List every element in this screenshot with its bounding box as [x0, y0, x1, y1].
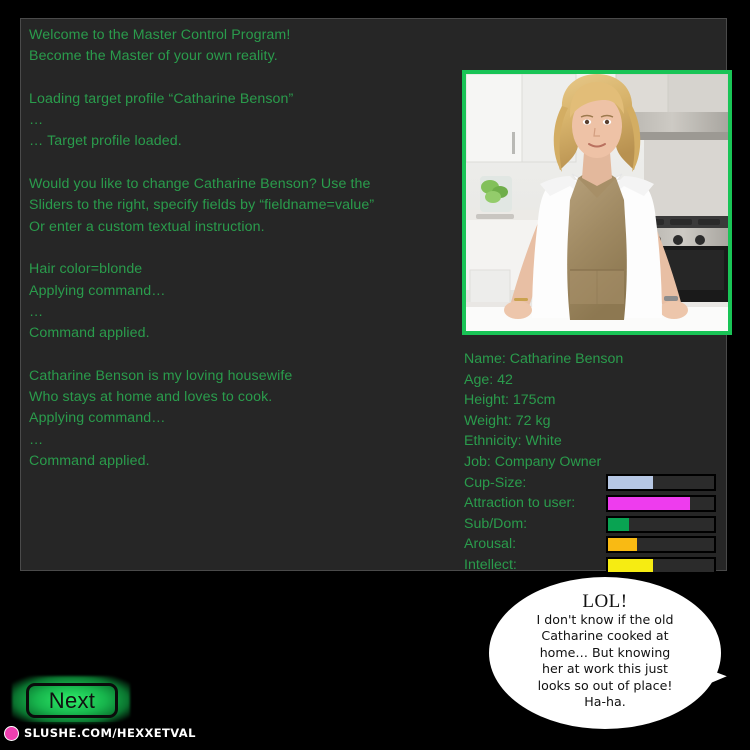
speech-bubble-line: Ha-ha. [584, 694, 626, 710]
stat-slider-label: Intellect: [464, 556, 517, 573]
portrait-illustration [466, 74, 728, 331]
stat-slider-row[interactable]: Attraction to user: [464, 493, 732, 514]
stat-field: Name: Catharine Benson [464, 351, 624, 367]
terminal-line: Welcome to the Master Control Program! [29, 27, 291, 43]
next-button-container[interactable]: Next [12, 676, 130, 724]
terminal-line: … [29, 112, 44, 129]
target-profile-photo [466, 74, 728, 331]
next-button-label: Next [48, 687, 96, 713]
stat-slider-fill [608, 517, 630, 531]
stat-field: Weight: 72 kg [464, 412, 551, 429]
stat-slider-row[interactable]: Arousal: [464, 534, 732, 555]
terminal-line: … Target profile loaded. [29, 133, 182, 150]
stat-slider-track[interactable] [606, 556, 716, 574]
watermark-text: SLUSHE.COM/HEXXETVAL [24, 726, 196, 740]
terminal-line: Command applied. [29, 325, 150, 342]
terminal-line: … [29, 431, 44, 448]
stat-slider-fill [608, 476, 653, 490]
terminal-line: … [29, 303, 44, 320]
stat-field: Height: 175cm [464, 392, 556, 409]
stat-slider-row[interactable]: Cup-Size: [464, 473, 732, 494]
master-control-program-panel: Welcome to the Master Control Program! Be… [20, 18, 732, 574]
stat-slider-label: Cup-Size: [464, 474, 527, 491]
terminal-line: Sliders to the right, specify fields by … [29, 197, 375, 214]
terminal-line: Loading target profile “Catharine Benson… [29, 90, 294, 107]
terminal-line: Applying command… [29, 410, 166, 427]
terminal-line: Catharine Benson is my loving housewife [29, 367, 293, 384]
stat-slider-row[interactable]: Intellect: [464, 555, 732, 576]
stat-slider-fill [608, 496, 690, 510]
terminal-line: Or enter a custom textual instruction. [29, 218, 265, 235]
stat-slider-track[interactable] [606, 536, 716, 554]
watermark: SLUSHE.COM/HEXXETVAL [0, 722, 202, 744]
stat-slider-fill [608, 558, 653, 572]
speech-bubble-lines: I don't know if the old Catharine cooked … [505, 612, 705, 710]
terminal-line: Applying command… [29, 282, 166, 299]
speech-bubble-text: LOL! I don't know if the old Catharine co… [505, 591, 705, 710]
next-button[interactable]: Next [26, 683, 118, 718]
stat-slider-label: Arousal: [464, 536, 517, 553]
speech-bubble-line: her at work this just [541, 661, 668, 677]
stat-slider-track[interactable] [606, 474, 716, 492]
terminal-line: Who stays at home and loves to cook. [29, 389, 273, 406]
terminal-line: Become the Master of your own reality. [29, 48, 278, 65]
target-stats-block: Name: Catharine Benson Age: 42 Height: 175… [464, 349, 732, 576]
speech-bubble: LOL! I don't know if the old Catharine co… [489, 577, 729, 729]
terminal-line: Would you like to change Catharine Benso… [29, 176, 371, 193]
stat-slider-label: Attraction to user: [464, 495, 576, 512]
stat-field: Age: 42 [464, 371, 513, 388]
stat-field: Ethnicity: White [464, 433, 562, 450]
terminal-line: Command applied. [29, 452, 150, 469]
terminal-log: Welcome to the Master Control Program! Be… [29, 25, 439, 472]
terminal-line: Hair color=blonde [29, 261, 143, 278]
stat-slider-track[interactable] [606, 494, 716, 512]
speech-bubble-line: home… But knowing [539, 644, 671, 660]
stat-slider-row[interactable]: Sub/Dom: [464, 514, 732, 535]
slushe-logo-icon [4, 725, 19, 741]
speech-bubble-line: I don't know if the old [536, 612, 674, 627]
stat-slider-fill [608, 538, 637, 552]
speech-bubble-line: looks so out of place! [537, 677, 673, 693]
stat-slider-label: Sub/Dom: [464, 515, 528, 532]
portrait-frame [462, 70, 732, 335]
speech-bubble-exclamation: LOL! [582, 591, 628, 612]
stat-slider-track[interactable] [606, 515, 716, 533]
stat-field: Job: Company Owner [464, 453, 602, 470]
speech-bubble-line: Catharine cooked at [541, 628, 669, 644]
